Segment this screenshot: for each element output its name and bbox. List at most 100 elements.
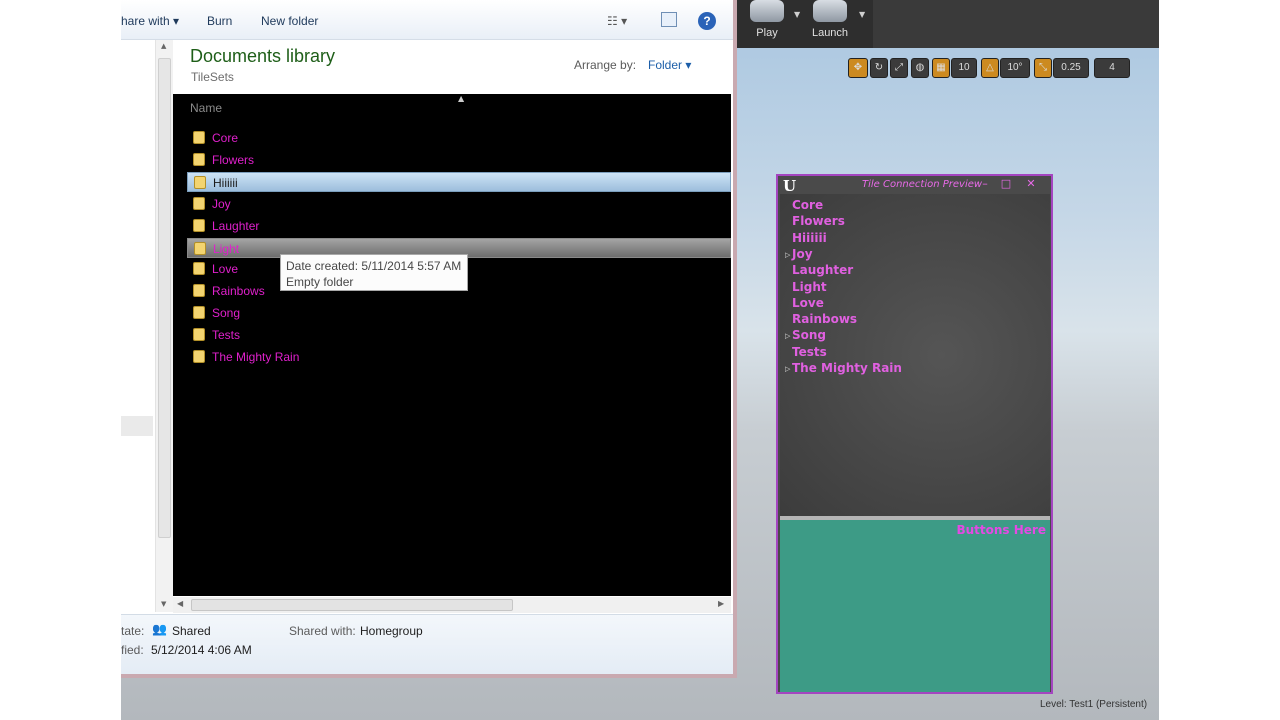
tooltip-date-created: Date created: 5/11/2014 5:57 AM [286,259,462,273]
folder-icon [193,328,205,342]
arrange-by-dropdown[interactable]: Folder ▾ [648,58,691,72]
rotation-snap-value[interactable]: 10° [1000,58,1030,78]
folder-name: Core [212,131,239,145]
folder-name: Rainbows [212,284,265,299]
minimize-icon[interactable]: – [977,178,993,190]
tile-set-item[interactable]: Flowers [792,214,845,228]
new-folder-button[interactable]: New folder [261,14,318,28]
arrange-by-value: Folder [648,58,683,72]
folder-row[interactable]: The Mighty Rain [187,347,731,367]
launch-icon [813,0,847,22]
scroll-right-icon[interactable]: ▶ [718,599,724,608]
folder-row[interactable]: Song [187,303,731,323]
folder-row[interactable]: Laughter [187,216,731,236]
folder-icon [193,284,205,298]
share-with-label: hare with [121,14,170,28]
grid-snap-icon[interactable]: ▦ [932,58,950,78]
tile-set-item[interactable]: Tests [792,345,827,359]
camera-speed-value[interactable]: 4 [1094,58,1130,78]
tile-set-item[interactable]: Laughter [792,263,853,277]
horizontal-scrollbar[interactable]: ◀ ▶ [173,597,731,613]
play-label: Play [756,27,778,39]
rotate-icon[interactable]: ↻ [870,58,888,78]
folder-icon [193,196,205,210]
tile-set-item[interactable]: Core [792,198,823,212]
burn-button[interactable]: Burn [207,14,232,28]
folder-name: Light [213,241,240,256]
navigation-scroll-thumb[interactable] [158,58,171,538]
horizontal-scroll-thumb[interactable] [191,599,513,611]
expand-arrow-icon[interactable]: ▷ [785,332,790,340]
viewport-toolbar: ✥ ↻ ⤢ ◍ ▦ 10 △ 10° ⤡ 0.25 4 [848,58,1138,80]
maximize-icon[interactable]: □ [998,178,1014,190]
modified-label: fied: [121,643,144,657]
view-options-icon[interactable]: ☷ ▾ [607,14,627,28]
navigation-pane[interactable] [121,40,155,610]
folder-row[interactable]: Tests [187,325,731,345]
folder-row[interactable]: Core [187,128,731,148]
folder-icon [193,262,205,276]
help-icon[interactable]: ? [698,12,716,30]
folder-row[interactable]: Joy [187,194,731,214]
file-list[interactable]: Name ▲ Core Flowers Hiiiiii Joy Laughter Ligh… [173,94,731,596]
folder-icon [194,241,206,255]
library-location[interactable]: TileSets [191,70,234,84]
navigation-scrollbar[interactable]: ▲ ▼ [155,40,173,612]
name-column-header[interactable]: Name [190,101,222,115]
tile-set-item[interactable]: Hiiiiii [792,231,827,245]
translate-icon[interactable]: ✥ [848,58,868,78]
unreal-logo-icon: U [783,177,797,195]
shared-with-label: Shared with: [289,624,356,638]
folder-name: Flowers [212,152,255,167]
launch-label: Launch [811,27,849,39]
sort-ascending-icon: ▲ [458,94,465,103]
details-pane: tate: 👥 Shared Shared with: Homegroup fi… [121,614,733,674]
shared-with-value: Homegroup [360,624,423,638]
scale-icon[interactable]: ⤢ [890,58,908,78]
launch-button[interactable]: Launch [800,0,860,40]
buttons-placeholder-label: Buttons Here [956,523,1046,537]
tile-set-item[interactable]: Song [792,328,826,342]
folder-icon [193,131,205,144]
grid-size-value[interactable]: 10 [951,58,977,78]
scale-snap-icon[interactable]: ⤡ [1034,58,1052,78]
launch-dropdown-icon[interactable]: ▼ [859,10,865,19]
level-value: Test1 (Persistent) [1069,699,1148,710]
scroll-left-icon[interactable]: ◀ [177,599,183,608]
level-label: Level: [1040,699,1067,710]
folder-row[interactable]: Flowers [187,150,731,170]
expand-arrow-icon[interactable]: ▷ [785,365,790,373]
tile-set-item[interactable]: Love [792,296,824,310]
homegroup-icon: 👥 [152,622,167,636]
scale-snap-value[interactable]: 0.25 [1053,58,1089,78]
gamepad-icon [750,0,784,22]
folder-name: Joy [212,196,231,211]
rotation-snap-icon[interactable]: △ [981,58,999,78]
tile-set-item[interactable]: Light [792,280,827,294]
arrange-by-label: Arrange by: [574,58,637,72]
editor-toolbar-right [873,0,1159,48]
folder-tooltip: Date created: 5/11/2014 5:57 AM Empty fo… [280,254,468,291]
nav-selected-item[interactable] [121,416,153,436]
scroll-up-icon[interactable]: ▲ [161,42,166,50]
folder-name: Love [212,262,239,277]
state-value: Shared [172,624,211,638]
tile-set-item[interactable]: Joy [792,247,813,261]
tile-set-item[interactable]: Rainbows [792,312,857,326]
folder-row[interactable]: Hiiiiii [187,171,731,192]
expand-arrow-icon[interactable]: ▷ [785,251,790,259]
folder-icon [193,218,205,232]
play-button[interactable]: Play [737,0,797,40]
share-with-button[interactable]: hare with ▾ [121,14,179,28]
tile-set-list[interactable]: Core Flowers Hiiiiii ▷ Joy Laughter Light Love R… [780,194,1050,516]
state-label: tate: [121,624,145,638]
tile-connection-preview-panel: U Tile Connection Preview – □ ✕ Core Flow… [776,174,1053,694]
world-icon[interactable]: ◍ [911,58,929,78]
explorer-command-bar: hare with ▾ Burn New folder ☷ ▾ ? [121,0,733,40]
tile-set-item[interactable]: The Mighty Rain [792,361,902,375]
modified-value: 5/12/2014 4:06 AM [151,643,252,657]
close-icon[interactable]: ✕ [1023,178,1039,190]
preview-pane-icon[interactable] [661,12,677,27]
scroll-down-icon[interactable]: ▼ [161,600,166,608]
folder-icon [193,152,205,166]
